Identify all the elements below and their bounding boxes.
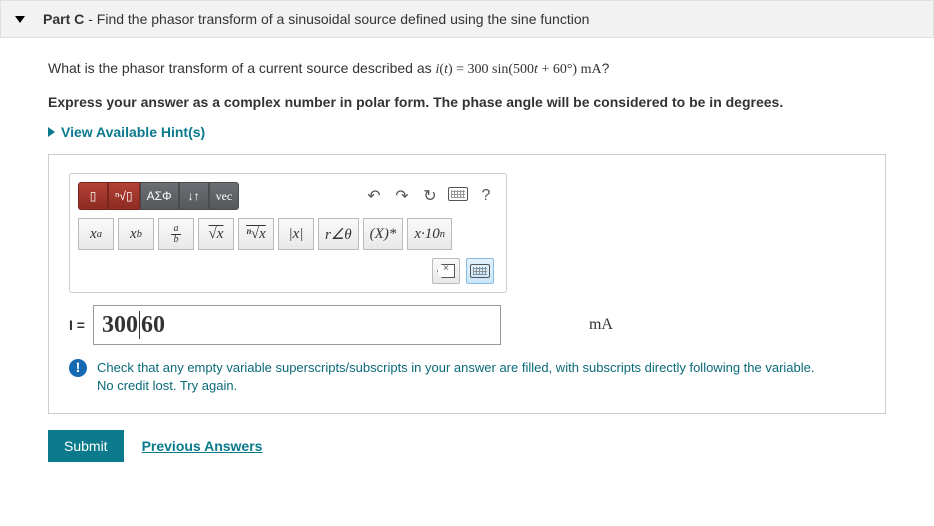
- undo-icon[interactable]: ↶: [362, 186, 386, 206]
- answer-panel: ▯ ⁿ√▯ ΑΣΦ ↓↑ vec ↶ ↷ ↻ ? xa xb a: [48, 154, 886, 414]
- keyboard-icon: [470, 264, 490, 278]
- template-button[interactable]: ▯: [78, 182, 108, 210]
- content-area: What is the phasor transform of a curren…: [0, 38, 934, 478]
- toolbar-mini-row: [78, 258, 498, 284]
- equation-editor: ▯ ⁿ√▯ ΑΣΦ ↓↑ vec ↶ ↷ ↻ ? xa xb a: [69, 173, 507, 293]
- keyboard-toggle-icon[interactable]: [446, 187, 470, 206]
- question-equation: i(t) = 300 sin(500t + 60°) mA: [436, 62, 602, 77]
- instruction-text: Express your answer as a complex number …: [48, 94, 886, 110]
- help-icon[interactable]: ?: [474, 187, 498, 205]
- info-icon: !: [69, 359, 87, 377]
- subscript-button[interactable]: xb: [118, 218, 154, 250]
- toolbar-format-group: ▯ ⁿ√▯ ΑΣΦ ↓↑ vec: [78, 182, 239, 210]
- answer-input[interactable]: 30060: [93, 305, 501, 345]
- part-header[interactable]: Part C - Find the phasor transform of a …: [0, 0, 934, 38]
- sqrt-button[interactable]: √x: [198, 218, 234, 250]
- view-hints-link[interactable]: View Available Hint(s): [48, 124, 205, 140]
- sci-notation-button[interactable]: x·10n: [407, 218, 452, 250]
- toolbar-sub-row: xa xb a b √x ⁿ√x |x| r∠θ (X)* x·10n: [78, 218, 498, 250]
- part-label: Part C: [43, 11, 84, 27]
- text-cursor: [139, 311, 140, 339]
- hints-label: View Available Hint(s): [61, 124, 205, 140]
- radical-template-button[interactable]: ⁿ√▯: [108, 182, 140, 210]
- greek-button[interactable]: ΑΣΦ: [140, 182, 179, 210]
- conjugate-button[interactable]: (X)*: [363, 218, 404, 250]
- chevron-right-icon: [48, 127, 55, 137]
- answer-unit: mA: [589, 316, 613, 334]
- redo-icon[interactable]: ↷: [390, 186, 414, 206]
- question-lead: What is the phasor transform of a curren…: [48, 60, 436, 76]
- backspace-button[interactable]: [432, 258, 460, 284]
- nth-root-button[interactable]: ⁿ√x: [238, 218, 274, 250]
- angle-button[interactable]: r∠θ: [318, 218, 359, 250]
- vec-button[interactable]: vec: [209, 182, 240, 210]
- toolbar-main-row: ▯ ⁿ√▯ ΑΣΦ ↓↑ vec ↶ ↷ ↻ ?: [78, 182, 498, 210]
- feedback-text: Check that any empty variable superscrip…: [97, 359, 814, 395]
- scripts-button[interactable]: ↓↑: [179, 182, 209, 210]
- question-tail: ?: [602, 60, 610, 76]
- part-description: - Find the phasor transform of a sinusoi…: [88, 11, 589, 27]
- backspace-icon: [437, 264, 455, 278]
- collapse-caret-icon[interactable]: [15, 16, 25, 23]
- answer-variable-label: I =: [69, 317, 85, 333]
- reset-icon[interactable]: ↻: [418, 186, 442, 206]
- submit-button[interactable]: Submit: [48, 430, 124, 462]
- answer-value-a: 300: [102, 312, 138, 339]
- keyboard-button[interactable]: [466, 258, 494, 284]
- fraction-button[interactable]: a b: [158, 218, 194, 250]
- previous-answers-link[interactable]: Previous Answers: [142, 438, 263, 454]
- answer-row: I = 30060 mA: [69, 305, 865, 345]
- question-text: What is the phasor transform of a curren…: [48, 58, 886, 80]
- action-row: Submit Previous Answers: [48, 430, 886, 462]
- superscript-button[interactable]: xa: [78, 218, 114, 250]
- absolute-button[interactable]: |x|: [278, 218, 314, 250]
- answer-value-b: 60: [141, 312, 165, 339]
- feedback-message: ! Check that any empty variable superscr…: [69, 359, 865, 395]
